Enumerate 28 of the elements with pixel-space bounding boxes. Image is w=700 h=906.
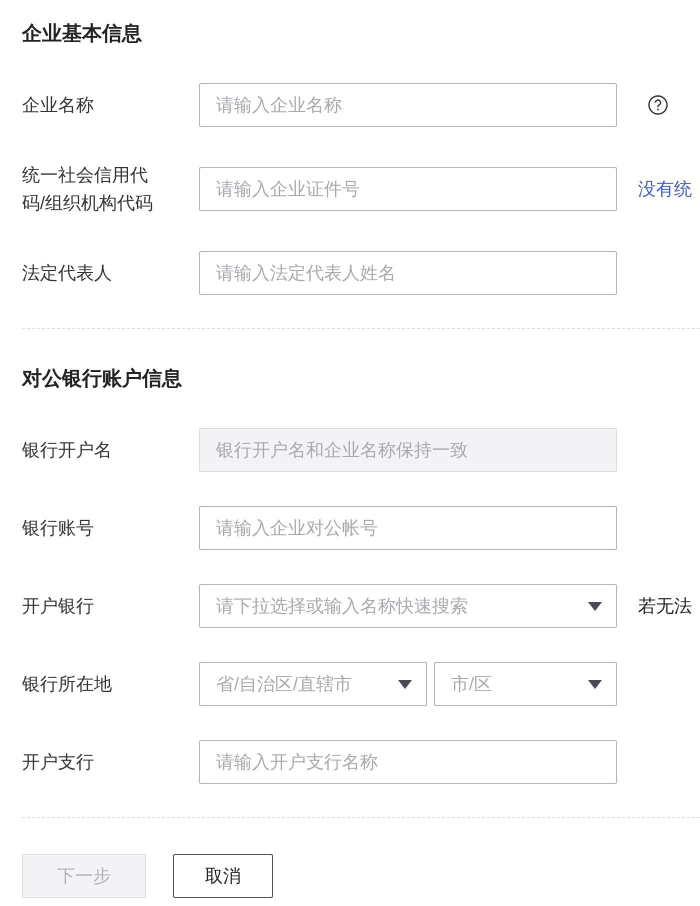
- cancel-button[interactable]: 取消: [173, 854, 273, 898]
- section-title: 对公银行账户信息: [22, 366, 183, 392]
- input-field[interactable]: 请输入企业证件号: [199, 167, 617, 211]
- dropdown[interactable]: 省/自治区/直辖市: [199, 662, 427, 706]
- field-label: 银行开户名: [22, 439, 113, 462]
- field-label: 银行所在地: [22, 673, 113, 696]
- field-label: 法定代表人: [22, 262, 113, 285]
- input-field[interactable]: 请输入开户支行名称: [199, 740, 617, 784]
- input-field[interactable]: 请输入企业名称: [199, 83, 617, 127]
- field-label: 企业名称: [22, 94, 95, 117]
- caret-icon: [588, 602, 602, 610]
- input-field[interactable]: 请输入法定代表人姓名: [199, 251, 617, 295]
- help-icon[interactable]: [648, 95, 668, 115]
- help-link[interactable]: 没有统: [638, 179, 692, 199]
- caret-icon: [588, 680, 602, 688]
- hint-text: 若无法: [638, 596, 692, 616]
- placeholder-text: 省/自治区/直辖市: [216, 673, 352, 696]
- field-label: 银行账号: [22, 517, 95, 540]
- field-label: 统一社会信用代码/组织机构代码: [22, 164, 154, 215]
- input-field[interactable]: 请输入企业对公帐号: [199, 506, 617, 550]
- section-title: 企业基本信息: [22, 22, 143, 47]
- placeholder-text: 请下拉选择或输入名称快速搜索: [216, 595, 468, 618]
- field-label: 开户银行: [22, 595, 95, 618]
- dropdown[interactable]: 请下拉选择或输入名称快速搜索: [199, 584, 617, 628]
- placeholder-text: 市/区: [451, 673, 492, 696]
- field-label: 开户支行: [22, 751, 95, 774]
- caret-icon: [398, 680, 412, 688]
- dropdown[interactable]: 市/区: [434, 662, 617, 706]
